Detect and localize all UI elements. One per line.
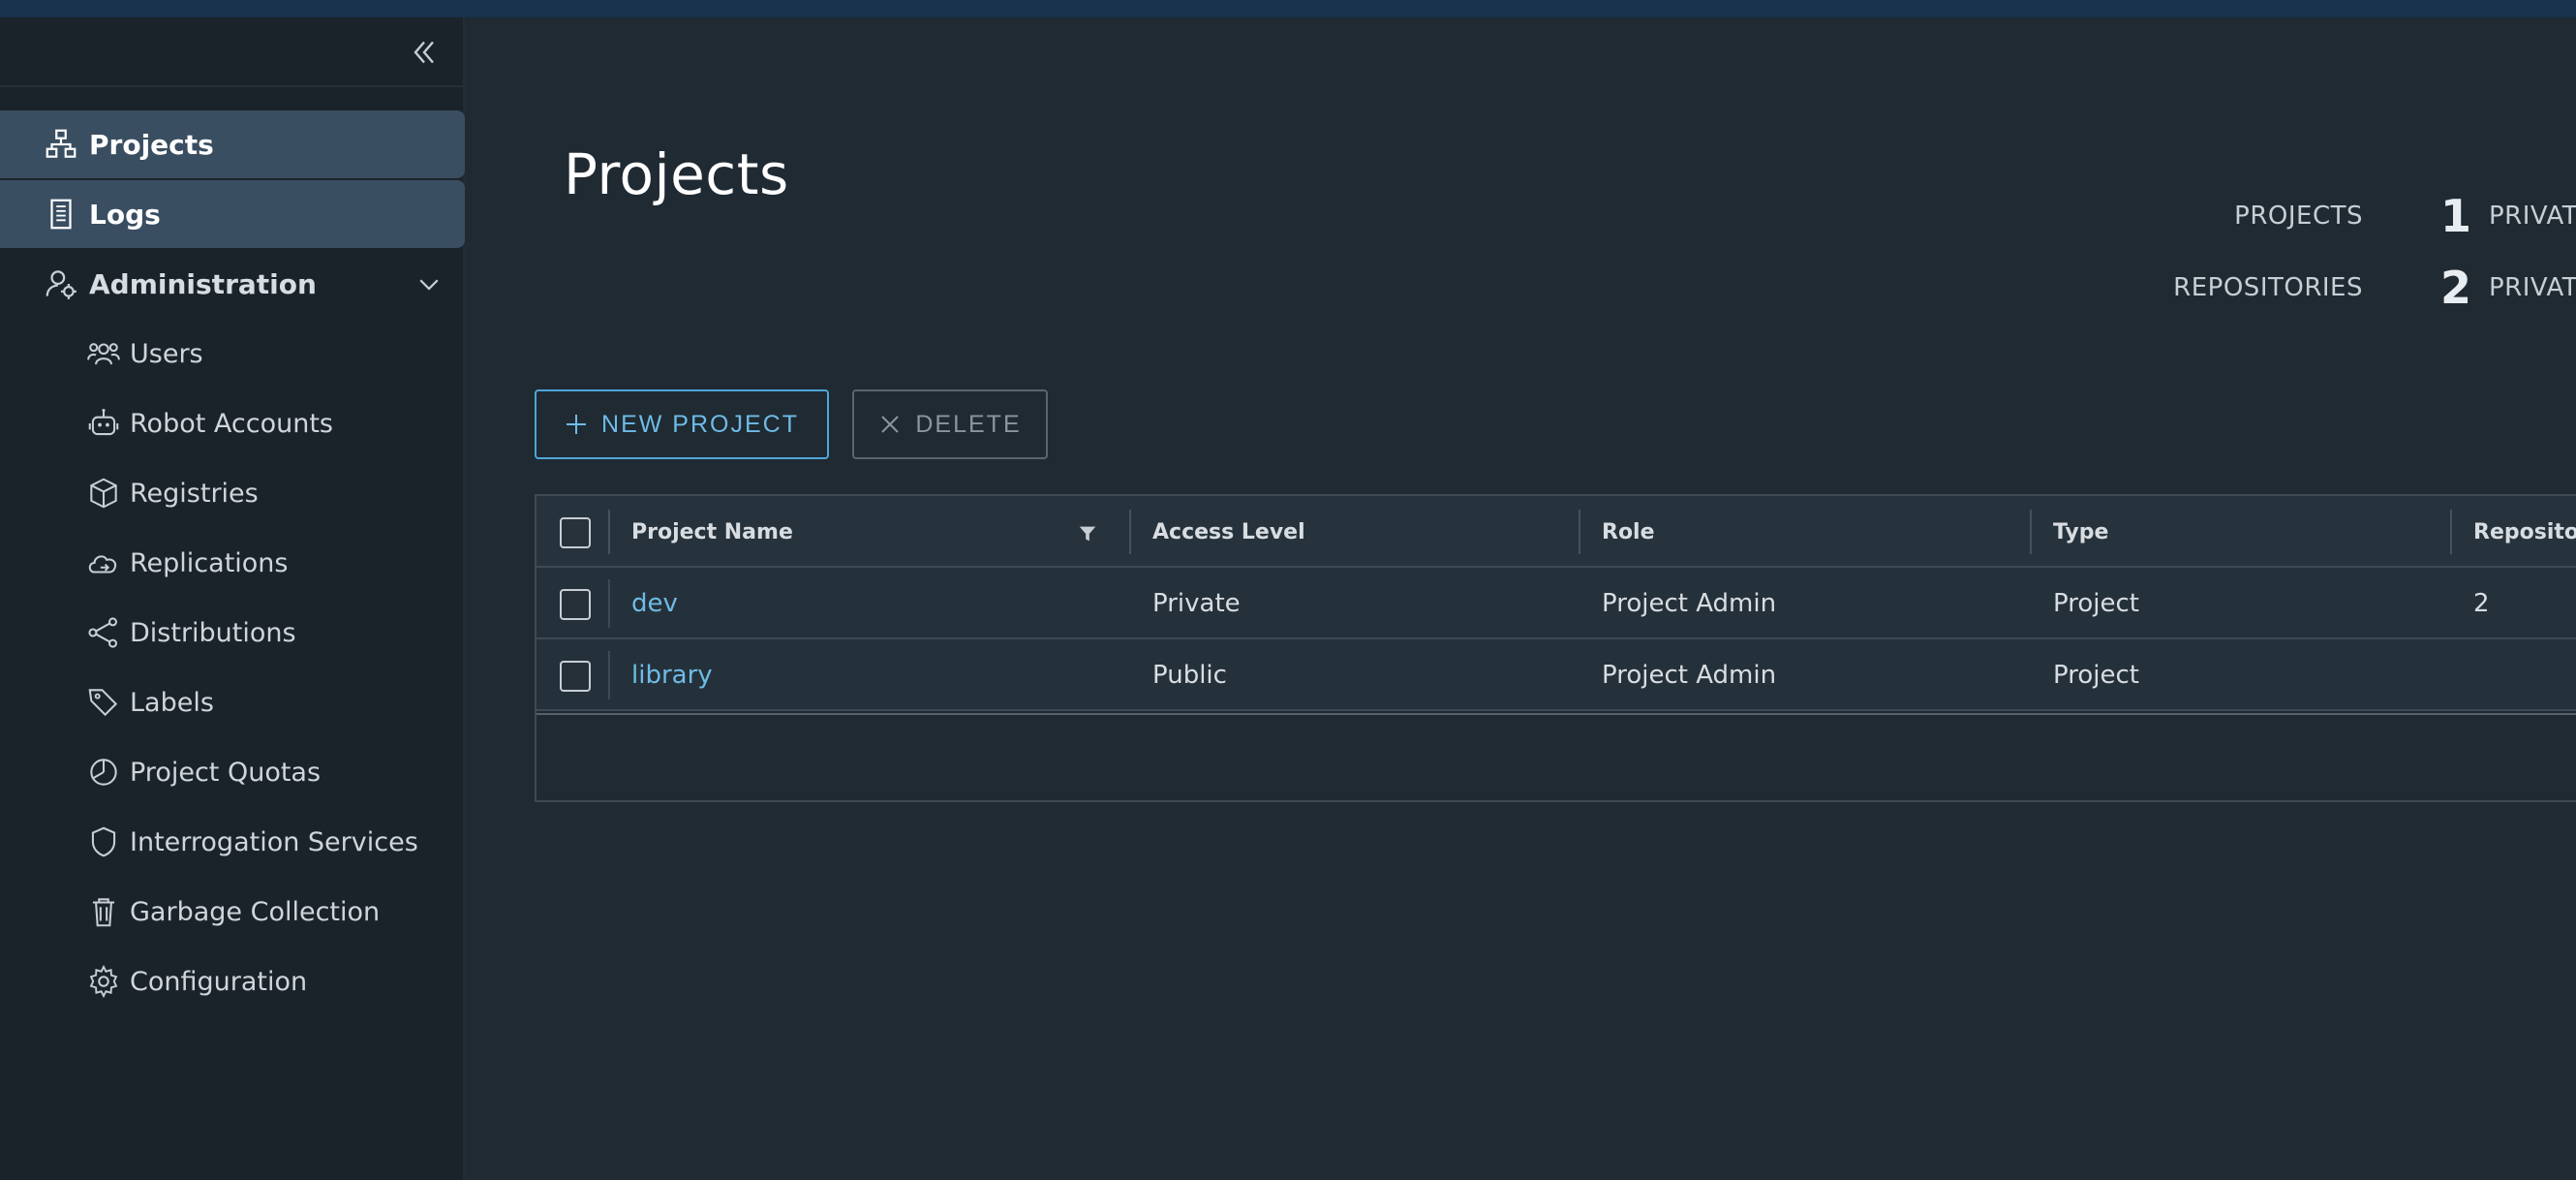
summary-private-label: PRIVAT <box>2489 202 2576 231</box>
trash-icon <box>92 898 115 927</box>
sidebar-item-replications[interactable]: Replications <box>0 529 465 597</box>
sidebar-item-projects[interactable]: Projects <box>0 110 465 178</box>
new-project-button[interactable]: NEW PROJECT <box>535 389 829 459</box>
column-separator[interactable] <box>2450 510 2452 554</box>
sidebar-item-configuration[interactable]: Configuration <box>0 947 465 1015</box>
sidebar-item-label: Project Quotas <box>130 757 322 788</box>
gear-icon <box>89 964 118 999</box>
summary-label: REPOSITORIES <box>2173 273 2363 302</box>
filter-icon[interactable] <box>1077 523 1098 544</box>
quotas-icon <box>90 759 117 786</box>
sidebar-item-distributions[interactable]: Distributions <box>0 599 465 667</box>
sidebar-item-label: Registries <box>130 478 259 509</box>
row-checkbox[interactable] <box>560 661 591 692</box>
project-name-link[interactable]: dev <box>631 568 678 639</box>
sidebar-item-logs[interactable]: Logs <box>0 180 465 248</box>
type-cell: Project <box>2053 589 2139 618</box>
summary-repositories: REPOSITORIES 2 PRIVAT <box>2072 262 2576 314</box>
column-header-project-name[interactable]: Project Name <box>631 496 793 568</box>
new-project-label: NEW PROJECT <box>601 410 799 438</box>
users-icon <box>87 343 120 365</box>
registries-icon <box>90 478 117 509</box>
plus-icon <box>567 415 587 434</box>
robot-icon <box>88 408 119 436</box>
sidebar-item-label: Administration <box>89 267 317 300</box>
summary-count: 2 <box>2440 262 2472 314</box>
sidebar-item-label: Replications <box>130 547 289 578</box>
sidebar-item-robot-accounts[interactable]: Robot Accounts <box>0 389 465 457</box>
delete-label: DELETE <box>915 410 1022 438</box>
chevron-down-icon[interactable] <box>414 269 444 298</box>
top-header-bar <box>0 0 2576 17</box>
access-level-cell: Public <box>1152 661 1227 690</box>
sidebar-item-label: Interrogation Services <box>130 826 418 857</box>
sidebar-item-label: Configuration <box>130 966 308 997</box>
column-header-access-level[interactable]: Access Level <box>1152 496 1305 568</box>
summary-private-label: PRIVAT <box>2489 273 2576 302</box>
projects-icon <box>46 129 77 158</box>
sidebar-item-interrogation-services[interactable]: Interrogation Services <box>0 808 465 876</box>
summary-label: PROJECTS <box>2234 202 2363 231</box>
project-name-link[interactable]: library <box>631 639 713 711</box>
column-separator <box>608 510 610 554</box>
column-separator[interactable] <box>2030 510 2032 554</box>
main-content: Projects PROJECTS 1 PRIVAT REPOSITORIES … <box>467 17 2576 1180</box>
sidebar-item-registries[interactable]: Registries <box>0 459 465 527</box>
sidebar-item-labels[interactable]: Labels <box>0 668 465 736</box>
column-separator[interactable] <box>1579 510 1580 554</box>
column-separator[interactable] <box>1129 510 1131 554</box>
labels-icon <box>88 689 118 717</box>
page-title: Projects <box>564 141 789 207</box>
summary-count: 1 <box>2440 190 2472 242</box>
table-row: library Public Project Admin Project <box>537 639 2576 711</box>
role-cell: Project Admin <box>1602 661 1777 690</box>
delete-button[interactable]: DELETE <box>852 389 1048 459</box>
admin-icon <box>46 270 77 299</box>
row-separator <box>608 579 610 628</box>
shield-icon <box>91 826 116 857</box>
role-cell: Project Admin <box>1602 589 1777 618</box>
repositories-count-cell: 2 <box>2473 589 2490 618</box>
table-row: dev Private Project Admin Project 2 <box>537 568 2576 639</box>
sidebar-item-project-quotas[interactable]: Project Quotas <box>0 738 465 806</box>
distributions-icon <box>88 617 118 648</box>
sidebar-item-administration[interactable]: Administration <box>0 250 465 318</box>
column-header-type[interactable]: Type <box>2053 496 2108 568</box>
sidebar-item-label: Labels <box>130 687 214 718</box>
sidebar-item-users[interactable]: Users <box>0 320 465 388</box>
summary-projects: PROJECTS 1 PRIVAT <box>2072 190 2576 242</box>
table-footer <box>537 713 2576 717</box>
sidebar-item-label: Logs <box>89 198 161 231</box>
type-cell: Project <box>2053 661 2139 690</box>
double-chevron-left-icon[interactable] <box>407 35 442 70</box>
logs-icon <box>50 199 72 230</box>
close-icon <box>881 416 900 433</box>
replications-icon <box>88 555 117 574</box>
sidebar-item-label: Robot Accounts <box>130 408 333 439</box>
row-separator <box>608 651 610 699</box>
sidebar-item-label: Projects <box>89 128 214 161</box>
sidebar-item-label: Distributions <box>130 617 296 648</box>
sidebar: Projects Logs Administration Users Robot… <box>0 17 465 1180</box>
sidebar-collapse-bar <box>0 17 463 87</box>
column-header-repositories[interactable]: Repositor <box>2473 496 2576 568</box>
column-header-role[interactable]: Role <box>1602 496 1655 568</box>
table-header: Project Name Access Level Role Type Repo… <box>537 496 2576 568</box>
sidebar-item-label: Users <box>130 338 203 369</box>
sidebar-item-label: Garbage Collection <box>130 896 381 927</box>
access-level-cell: Private <box>1152 589 1241 618</box>
projects-table: Project Name Access Level Role Type Repo… <box>535 494 2576 802</box>
sidebar-item-garbage-collection[interactable]: Garbage Collection <box>0 878 465 946</box>
select-all-checkbox[interactable] <box>560 517 591 548</box>
row-checkbox[interactable] <box>560 589 591 620</box>
